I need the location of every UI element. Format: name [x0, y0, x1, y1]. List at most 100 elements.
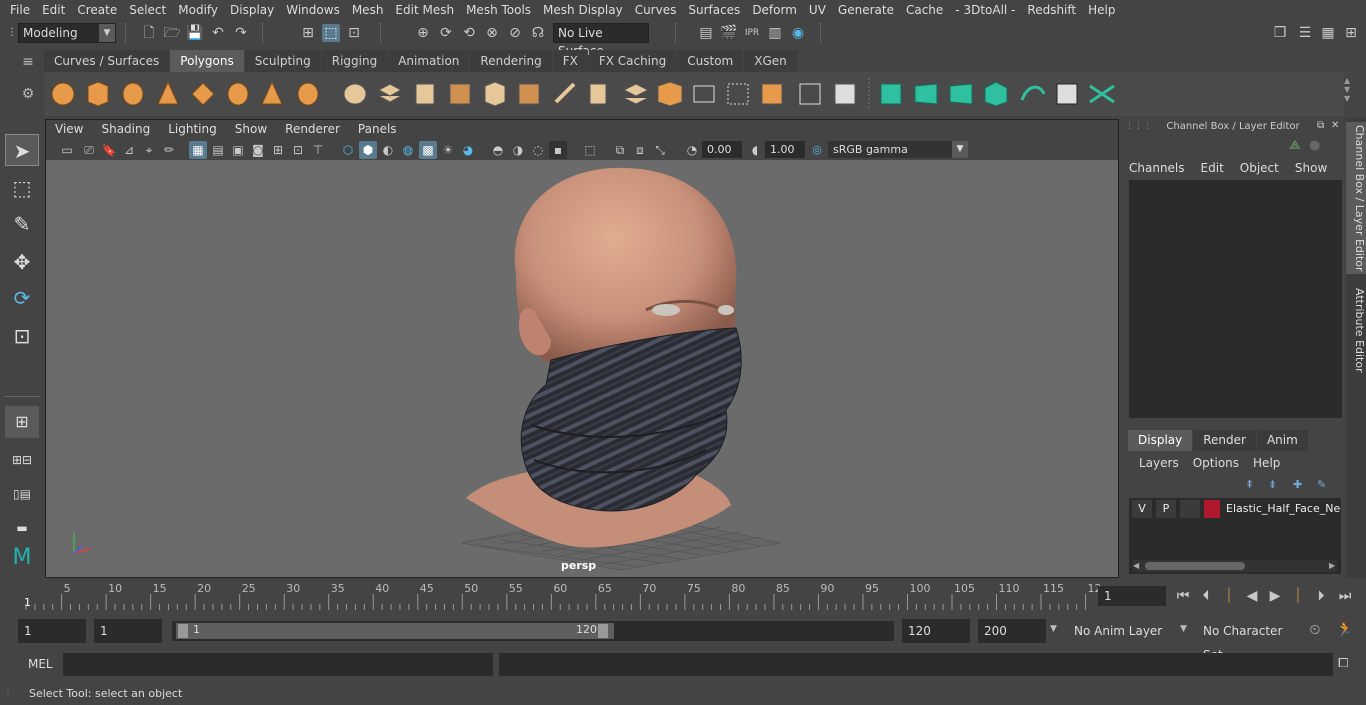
- move-layer-down-icon[interactable]: ⇟: [1268, 478, 1277, 491]
- shelf-tabs-menu-icon[interactable]: ≡: [16, 54, 40, 70]
- new-scene-icon[interactable]: 🗋: [140, 24, 158, 42]
- layer-playback-toggle[interactable]: P: [1156, 500, 1176, 518]
- viewport-menu-view[interactable]: View: [46, 120, 92, 139]
- channel-box-menu-show[interactable]: Show: [1295, 161, 1327, 175]
- range-slider-bar[interactable]: [176, 623, 614, 639]
- shelf-settings-gear-icon[interactable]: ⚙: [16, 86, 40, 110]
- menu-mesh-tools[interactable]: Mesh Tools: [460, 0, 537, 20]
- step-back-frame-icon[interactable]: ⏐: [1220, 587, 1238, 605]
- menu-edit-mesh[interactable]: Edit Mesh: [389, 0, 460, 20]
- current-time-marker[interactable]: 1: [24, 596, 31, 609]
- shelf-tab-polygons[interactable]: Polygons: [170, 50, 244, 72]
- 3d-viewport[interactable]: persp: [46, 160, 1118, 577]
- command-input[interactable]: [63, 653, 493, 676]
- shelf-tab-fx[interactable]: FX: [552, 50, 588, 72]
- channel-box-menu-edit[interactable]: Edit: [1201, 161, 1224, 175]
- shelf-tab-rigging[interactable]: Rigging: [321, 50, 388, 72]
- layer-name[interactable]: Elastic_Half_Face_Neck: [1224, 500, 1341, 518]
- xray-icon[interactable]: ⬚: [581, 141, 599, 159]
- step-forward-key-icon[interactable]: ⏵: [1312, 587, 1330, 605]
- resolution-gate-icon[interactable]: ▣: [229, 141, 247, 159]
- close-panel-icon[interactable]: ✕: [1331, 120, 1339, 131]
- range-start-handle[interactable]: [178, 624, 188, 638]
- layer-display-type[interactable]: [1180, 500, 1200, 518]
- snap-view-icon[interactable]: ⊗: [483, 24, 501, 42]
- script-language-label[interactable]: MEL: [28, 657, 53, 671]
- snap-point-icon[interactable]: ⟲: [460, 24, 478, 42]
- menu-redshift[interactable]: Redshift: [1021, 0, 1082, 20]
- go-to-end-icon[interactable]: ⏭: [1336, 587, 1354, 605]
- shelf-scroll-arrows-icon[interactable]: ▲ ▼ ▼: [1344, 76, 1354, 112]
- menu-windows[interactable]: Windows: [280, 0, 346, 20]
- tool-settings-toggle-icon[interactable]: ▦: [1319, 24, 1337, 42]
- xray-joints-icon[interactable]: ⧉: [611, 141, 629, 159]
- range-end-handle[interactable]: [598, 624, 608, 638]
- field-chart-icon[interactable]: ⊞: [269, 141, 287, 159]
- gamma-field[interactable]: 1.00: [765, 141, 805, 158]
- snap-grid-icon[interactable]: ⊕: [414, 24, 432, 42]
- render-frame-icon[interactable]: ▥: [766, 24, 784, 42]
- shelf-tab-custom[interactable]: Custom: [677, 50, 744, 72]
- hypershade-icon[interactable]: ◉: [789, 24, 807, 42]
- xray-components-icon[interactable]: ⧈: [631, 141, 649, 159]
- depth-of-field-icon[interactable]: ◌: [529, 141, 547, 159]
- gamma-icon[interactable]: ◖: [746, 141, 764, 159]
- bookmark-icon[interactable]: 🔖: [100, 141, 118, 159]
- shadows-icon[interactable]: ☀: [439, 141, 457, 159]
- 2d-pan-zoom-icon[interactable]: ⌖: [140, 141, 158, 159]
- textured-icon[interactable]: ◍: [399, 141, 417, 159]
- safe-action-icon[interactable]: ⊡: [289, 141, 307, 159]
- range-slider-track[interactable]: 1 120: [172, 621, 894, 641]
- undo-icon[interactable]: ↶: [209, 24, 227, 42]
- render-view-icon[interactable]: 🎬: [720, 24, 738, 42]
- snap-magnet-icon[interactable]: ☊: [529, 24, 547, 42]
- viewport-menu-show[interactable]: Show: [226, 120, 276, 139]
- chevron-down-icon[interactable]: ▼: [1050, 624, 1057, 634]
- safe-title-icon[interactable]: ⊤: [309, 141, 327, 159]
- use-all-lights-icon[interactable]: ▩: [419, 141, 437, 159]
- exposure-icon[interactable]: ◔: [683, 141, 701, 159]
- lasso-select-icon[interactable]: ⬚: [5, 172, 39, 204]
- animation-end-field[interactable]: 200: [978, 619, 1046, 643]
- shelf-tab-sculpting[interactable]: Sculpting: [244, 50, 321, 72]
- grease-pencil-icon[interactable]: ✏: [160, 141, 178, 159]
- shelf-tab-animation[interactable]: Animation: [388, 50, 470, 72]
- snap-surface-icon[interactable]: ⊘: [506, 24, 524, 42]
- select-tool-arrow-icon[interactable]: ➤: [5, 134, 39, 166]
- redo-icon[interactable]: ↷: [232, 24, 250, 42]
- gate-mask-icon[interactable]: ◙: [249, 141, 267, 159]
- viewport-menu-shading[interactable]: Shading: [92, 120, 159, 139]
- channel-box-side-tab[interactable]: Channel Box / Layer Editor: [1346, 122, 1366, 274]
- layer-tab-anim[interactable]: Anim: [1256, 430, 1308, 451]
- layer-tab-render[interactable]: Render: [1193, 430, 1256, 451]
- hud-icon[interactable]: ⤡: [651, 141, 669, 159]
- current-frame-field[interactable]: 1: [1098, 586, 1166, 606]
- shelf-tab-fx-caching[interactable]: FX Caching: [588, 50, 677, 72]
- outliner-layout-icon[interactable]: ▬: [5, 512, 39, 544]
- render-settings-icon[interactable]: ▤: [697, 24, 715, 42]
- time-slider[interactable]: 5 10 15 20 25 30 35 40 45 50 55 60 65 70 75 80 85 90 95 100…: [18, 580, 1102, 612]
- menu-modify[interactable]: Modify: [172, 0, 224, 20]
- layer-scrollbar[interactable]: ◀ ▶: [1133, 560, 1337, 572]
- menu-deform[interactable]: Deform: [746, 0, 803, 20]
- menu-edit[interactable]: Edit: [36, 0, 71, 20]
- shelf-tab-curves-surfaces[interactable]: Curves / Surfaces: [44, 50, 170, 72]
- grid-toggle-icon[interactable]: ▦: [189, 141, 207, 159]
- color-space-dropdown[interactable]: sRGB gamma ▼: [828, 141, 968, 158]
- layer-menu-layers[interactable]: Layers: [1139, 456, 1179, 470]
- float-panel-icon[interactable]: ⧉: [1317, 120, 1324, 131]
- menu-surfaces[interactable]: Surfaces: [682, 0, 746, 20]
- menu-curves[interactable]: Curves: [629, 0, 683, 20]
- menu-select[interactable]: Select: [123, 0, 172, 20]
- color-management-icon[interactable]: ◎: [808, 141, 826, 159]
- image-plane-icon[interactable]: ⊿: [120, 141, 138, 159]
- snap-curve-icon[interactable]: ⟳: [437, 24, 455, 42]
- character-set-dropdown[interactable]: No Character Set: [1195, 619, 1301, 662]
- select-component-icon[interactable]: ⊡: [345, 24, 363, 42]
- anim-layer-dropdown[interactable]: No Anim Layer: [1066, 619, 1170, 643]
- shelf-tab-rendering[interactable]: Rendering: [470, 50, 552, 72]
- camera-select-icon[interactable]: ▭: [58, 141, 76, 159]
- menu-create[interactable]: Create: [71, 0, 123, 20]
- multisample-aa-icon[interactable]: ◑: [509, 141, 527, 159]
- play-forwards-icon[interactable]: ▶: [1266, 587, 1284, 605]
